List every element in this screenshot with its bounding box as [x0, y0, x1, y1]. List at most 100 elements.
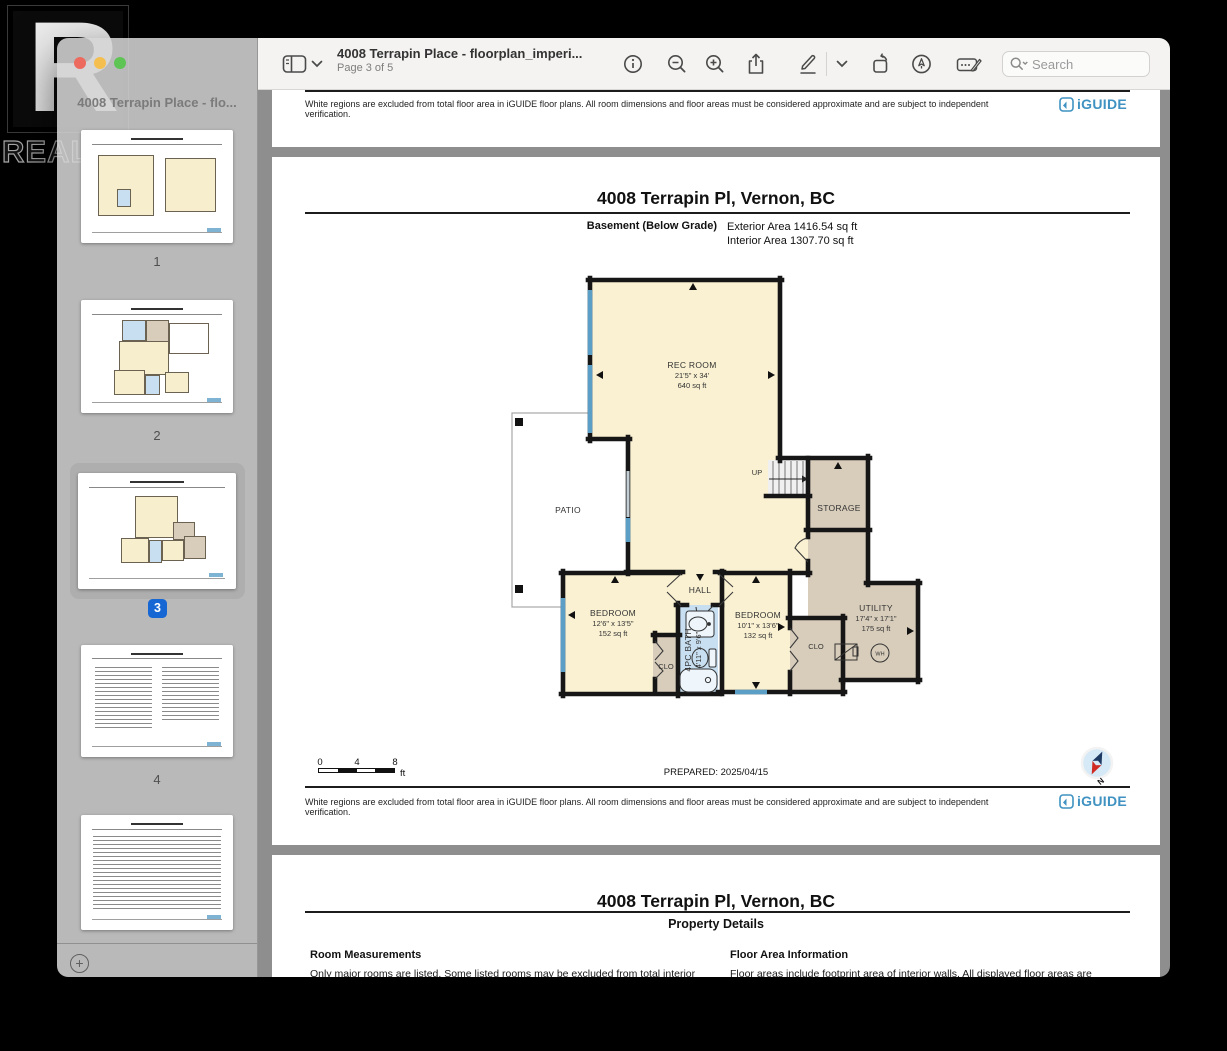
thumb-art [169, 322, 209, 355]
window-title-block: 4008 Terrapin Place - floorplan_imperi..… [337, 46, 582, 74]
thumbnail-page-2-number: 2 [153, 428, 161, 443]
storage-label: STORAGE [817, 503, 861, 513]
floor-area-column: Floor Area Information Floor areas inclu… [730, 949, 1130, 977]
thumb-art [94, 667, 153, 729]
annotate-button[interactable] [911, 53, 932, 74]
bath-label: 4PC BATH [683, 628, 693, 671]
thumbnail-page-1[interactable] [81, 130, 233, 243]
page-title: 4008 Terrapin Pl, Vernon, BC [597, 188, 835, 208]
closet2-label: CLO [808, 642, 824, 651]
page-2-bottom: White regions are excluded from total fl… [272, 90, 1160, 147]
thumb-art [131, 823, 183, 826]
thumb-art [89, 486, 225, 488]
iguide-wordmark: iGUIDE [1076, 793, 1127, 809]
add-page-button[interactable]: + [70, 954, 89, 973]
thumb-art [120, 537, 150, 564]
thumb-art [91, 745, 223, 747]
minimize-button[interactable] [94, 57, 106, 69]
iguide-mark-icon [1059, 96, 1074, 112]
thumb-art [131, 652, 183, 655]
zoom-button[interactable] [114, 57, 126, 69]
sidebar-toggle-button[interactable] [282, 54, 307, 74]
share-button[interactable] [746, 53, 766, 75]
page-indicator: Page 3 of 5 [337, 62, 394, 74]
pencil-icon [800, 54, 816, 74]
thumb-art [91, 231, 223, 233]
window-main: 4008 Terrapin Place - floorplan_imperi..… [258, 38, 1170, 977]
sidebar-divider [57, 943, 257, 944]
thumb-art [161, 667, 220, 722]
page-rule [305, 90, 1130, 92]
interior-area: Interior Area 1307.70 sq ft [727, 235, 854, 247]
thumbnail-page-4[interactable] [81, 645, 233, 757]
share-icon [748, 53, 764, 74]
thumbnail-page-5[interactable] [81, 815, 233, 930]
scale-ticks: 0 4 8 [317, 757, 397, 768]
thumb-art [144, 374, 161, 395]
utility-area: 175 sq ft [862, 624, 892, 633]
sidebar-doc-title: 4008 Terrapin Place - flo... [77, 95, 237, 110]
form-fill-icon [956, 57, 982, 72]
bath-dim: 4'11" x 9'6" [694, 631, 703, 668]
thumb-art [91, 918, 223, 920]
page-3-floorplan: 4008 Terrapin Pl, Vernon, BC Basement (B… [272, 157, 1160, 845]
thumb-art [91, 401, 223, 403]
search-input[interactable] [1032, 56, 1132, 72]
iguide-mark-icon [1059, 793, 1074, 809]
bedroom1-area: 152 sq ft [599, 629, 629, 638]
close-button[interactable] [74, 57, 86, 69]
pen-tip-circle-icon [912, 54, 931, 73]
rec-room-dim: 21'5" x 34' [675, 371, 710, 380]
patio-label: PATIO [555, 505, 581, 515]
info-icon [624, 54, 642, 73]
rec-room-label: REC ROOM [667, 360, 716, 370]
thumbnail-page-2[interactable] [81, 300, 233, 413]
hall-label: HALL [689, 585, 711, 595]
thumb-art [122, 320, 147, 341]
thumbnail-page-3[interactable] [78, 473, 236, 589]
exterior-area: Exterior Area 1416.54 sq ft [727, 221, 858, 233]
thumbnail-page-1-number: 1 [153, 254, 161, 269]
search-field[interactable] [1002, 51, 1150, 77]
fill-sign-button[interactable] [956, 54, 982, 74]
toolbar: 4008 Terrapin Place - floorplan_imperi..… [258, 38, 1170, 90]
markup-menu-chevron[interactable] [836, 60, 848, 68]
document-scroll-area[interactable]: White regions are excluded from total fl… [258, 90, 1170, 977]
column-body: Floor areas include footprint area of in… [730, 968, 1092, 977]
thumb-art [164, 158, 217, 213]
markup-button[interactable] [798, 53, 818, 74]
thumb-art [206, 397, 221, 402]
rotate-icon [873, 53, 888, 73]
column-body: Only major rooms are listed. Some listed… [310, 968, 696, 977]
thumbnail-page-3-number-badge: 3 [148, 599, 167, 618]
room-measurements-column: Room Measurements Only major rooms are l… [310, 949, 710, 977]
floorplan-drawing: REC ROOM 21'5" x 34' 640 sq ft PATIO UP … [511, 275, 923, 699]
thumb-art [89, 577, 225, 579]
toolbar-divider [826, 52, 827, 76]
info-button[interactable] [623, 54, 643, 74]
sidebar-toggle-chevron[interactable] [311, 60, 323, 68]
zoom-out-icon [668, 54, 686, 73]
chevron-down-icon [311, 60, 323, 67]
thumb-art [183, 535, 206, 559]
bedroom2-label: BEDROOM [735, 610, 781, 620]
page-rule [305, 911, 1130, 913]
bedroom1-label: BEDROOM [590, 608, 636, 618]
thumb-art [114, 370, 145, 395]
floor-summary: Basement (Below Grade) Exterior Area 141… [272, 220, 1160, 248]
bedroom2-dim: 10'1" x 13'6" [737, 621, 778, 630]
utility-dim: 17'4" x 17'1" [855, 614, 896, 623]
iguide-wordmark: iGUIDE [1076, 96, 1127, 112]
rotate-button[interactable] [871, 53, 893, 74]
rec-room-area: 640 sq ft [678, 381, 708, 390]
section-title: Property Details [668, 917, 764, 931]
thumb-art [130, 481, 184, 484]
thumb-art [91, 658, 223, 660]
thumb-art [131, 307, 183, 310]
bedroom2-area: 132 sq ft [744, 631, 774, 640]
closet1-label: CLO [658, 662, 674, 671]
water-heater-label: WH [875, 652, 884, 658]
zoom-out-button[interactable] [667, 54, 687, 74]
page-rule [305, 786, 1130, 788]
zoom-in-button[interactable] [705, 54, 725, 74]
